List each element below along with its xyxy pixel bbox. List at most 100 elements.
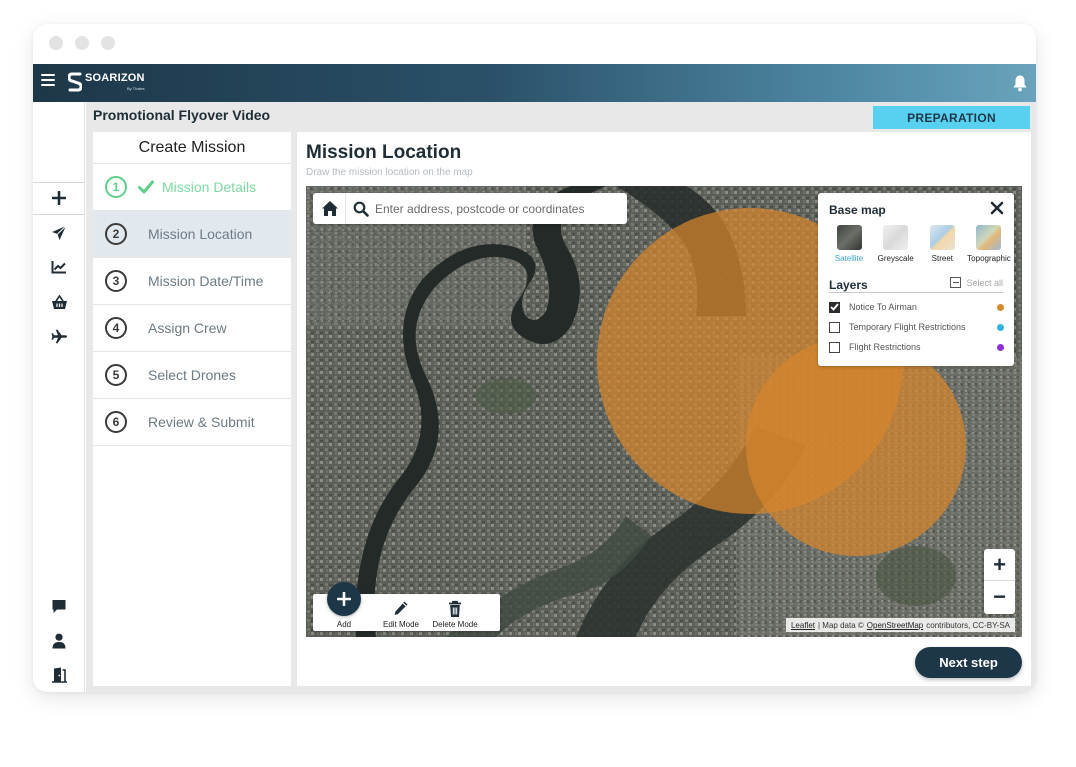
base-map-options: Satellite Greyscale Street Topographic: [827, 225, 1011, 263]
base-map-street[interactable]: Street: [920, 225, 964, 263]
map-search-box: [313, 193, 627, 224]
step-number: 3: [105, 270, 127, 292]
app-window: SOARIZON By Thales Promotional Flyover V…: [33, 24, 1036, 692]
layer-label: Notice To Airman: [849, 302, 917, 312]
zoom-out-button[interactable]: −: [984, 581, 1015, 613]
window-controls: [49, 36, 115, 50]
layer-row-tfr[interactable]: Temporary Flight Restrictions: [829, 317, 1004, 337]
step-mission-date-time[interactable]: 3 Mission Date/Time: [93, 258, 291, 305]
phase-badge: PREPARATION: [873, 106, 1030, 129]
greyscale-thumbnail: [883, 225, 909, 250]
base-map-label: Topographic: [967, 254, 1011, 263]
step-number: 5: [105, 364, 127, 386]
sidebar-divider: [33, 182, 85, 183]
delete-mode-label[interactable]: Delete Mode: [423, 620, 487, 629]
step-mission-details[interactable]: 1 Mission Details: [93, 164, 291, 211]
select-all-checkbox[interactable]: [950, 277, 962, 288]
pencil-icon[interactable]: [393, 600, 409, 618]
brand-name: SOARIZON: [85, 72, 145, 84]
step-label: Select Drones: [148, 367, 236, 383]
base-map-label: Satellite: [834, 254, 864, 263]
brand-subtitle: By Thales: [126, 86, 145, 91]
left-sidebar: [33, 102, 85, 692]
step-label: Mission Date/Time: [148, 273, 264, 289]
plus-icon[interactable]: [49, 188, 69, 208]
select-all-toggle[interactable]: Select all: [950, 277, 1003, 288]
step-label: Mission Details: [162, 179, 257, 195]
airplane-icon[interactable]: [49, 326, 69, 346]
trash-icon[interactable]: [447, 600, 463, 618]
topographic-thumbnail: [976, 225, 1002, 250]
logo-mark-icon: [68, 72, 82, 92]
base-map-label: Street: [931, 254, 953, 263]
layer-label: Flight Restrictions: [849, 342, 921, 352]
search-input[interactable]: [375, 193, 621, 224]
page-subtitle: Draw the mission location on the map: [306, 167, 473, 178]
logout-icon[interactable]: [49, 665, 69, 685]
layer-color-dot: [997, 323, 1004, 331]
map-view[interactable]: Base map Satellite Greyscale: [306, 186, 1022, 637]
steps-title: Create Mission: [93, 132, 291, 164]
step-assign-crew[interactable]: 4 Assign Crew: [93, 305, 291, 352]
step-select-drones[interactable]: 5 Select Drones: [93, 352, 291, 399]
zoom-control: + −: [984, 549, 1015, 614]
layer-row-flight-restrictions[interactable]: Flight Restrictions: [829, 337, 1004, 357]
basket-icon[interactable]: [49, 292, 69, 312]
main-panel: Mission Location Draw the mission locati…: [297, 132, 1031, 686]
notam-area-small[interactable]: [746, 336, 966, 556]
step-review-submit[interactable]: 6 Review & Submit: [93, 399, 291, 446]
draw-toolbar: Add Edit Mode Delete Mode: [313, 582, 500, 631]
layer-checkbox[interactable]: [829, 341, 840, 353]
add-button[interactable]: [327, 582, 361, 616]
base-map-greyscale[interactable]: Greyscale: [874, 225, 918, 263]
select-all-label: Select all: [966, 277, 1003, 288]
attribution-text: | Map data ©: [818, 620, 864, 630]
map-attribution: Leaflet | Map data © OpenStreetMap contr…: [785, 618, 1015, 632]
layer-color-dot: [997, 303, 1004, 311]
check-icon: [138, 180, 154, 194]
check-icon: [830, 303, 839, 311]
step-number: 6: [105, 411, 127, 433]
step-mission-location[interactable]: 2 Mission Location: [93, 211, 291, 258]
street-thumbnail: [929, 225, 955, 250]
layers-title: Layers: [829, 278, 868, 292]
top-bar: SOARIZON By Thales: [33, 64, 1036, 102]
paper-plane-icon[interactable]: [49, 223, 69, 243]
satellite-thumbnail: [836, 225, 862, 250]
step-label: Review & Submit: [148, 414, 255, 430]
layer-checkbox[interactable]: [829, 301, 840, 313]
step-label: Mission Location: [148, 226, 253, 242]
hamburger-menu-icon[interactable]: [41, 74, 55, 86]
layer-row-notam[interactable]: Notice To Airman: [829, 297, 1004, 317]
chart-icon[interactable]: [49, 257, 69, 277]
bell-icon[interactable]: [1012, 74, 1028, 92]
home-icon[interactable]: [321, 200, 339, 217]
layer-checkbox[interactable]: [829, 321, 840, 333]
window-dot[interactable]: [101, 36, 115, 50]
user-icon[interactable]: [49, 631, 69, 651]
sidebar-divider: [33, 214, 85, 215]
base-map-topographic[interactable]: Topographic: [967, 225, 1011, 263]
chat-icon[interactable]: [49, 596, 69, 616]
attribution-text: contributors, CC-BY-SA: [926, 620, 1010, 630]
plus-icon: [337, 592, 351, 606]
layers-header: Layers Select all: [829, 276, 1003, 293]
openstreetmap-link[interactable]: OpenStreetMap: [867, 621, 923, 630]
add-label: Add: [336, 620, 352, 629]
edit-mode-label[interactable]: Edit Mode: [371, 620, 431, 629]
window-dot[interactable]: [75, 36, 89, 50]
window-dot[interactable]: [49, 36, 63, 50]
search-icon: [353, 201, 369, 217]
leaflet-link[interactable]: Leaflet: [791, 621, 815, 630]
content-area: Promotional Flyover Video PREPARATION Cr…: [86, 102, 1036, 692]
step-number: 4: [105, 317, 127, 339]
layer-color-dot: [997, 343, 1004, 351]
page-title: Mission Location: [306, 142, 462, 163]
base-map-title: Base map: [829, 203, 886, 217]
step-number: 1: [105, 176, 127, 198]
base-map-satellite[interactable]: Satellite: [827, 225, 871, 263]
base-map-label: Greyscale: [877, 254, 914, 263]
next-step-button[interactable]: Next step: [915, 647, 1022, 678]
close-icon[interactable]: [990, 201, 1004, 215]
zoom-in-button[interactable]: +: [984, 549, 1015, 581]
